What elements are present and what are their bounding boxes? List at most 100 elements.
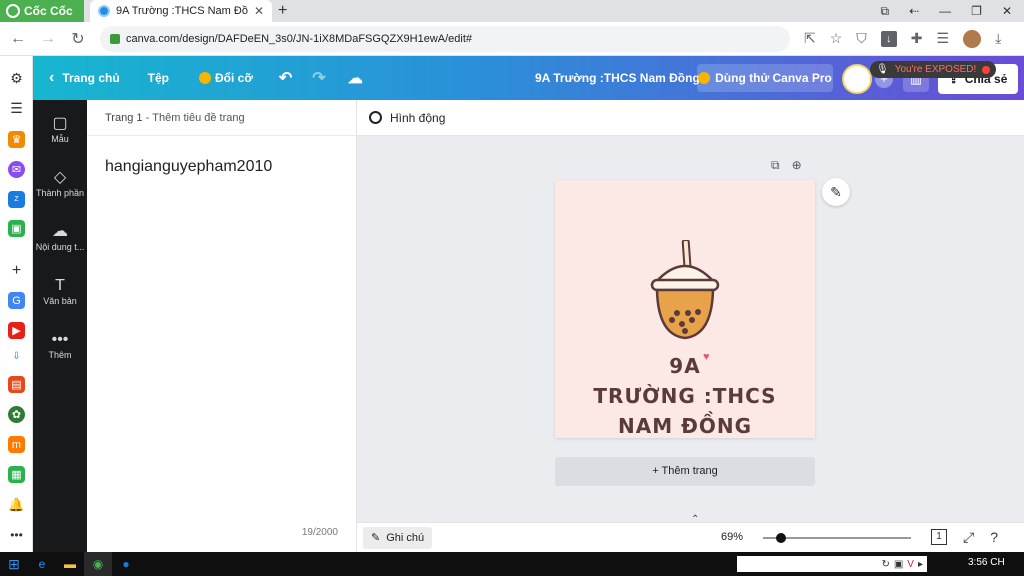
design-line-2: TRƯỜNG :THCS xyxy=(593,384,777,408)
design-page[interactable]: ♥ 9A TRƯỜNG :THCS NAM ĐỒNG xyxy=(555,180,815,438)
gamepad-icon[interactable]: ▣ xyxy=(8,220,25,237)
back-history-icon[interactable]: ⇠ xyxy=(909,4,919,19)
user-avatar[interactable] xyxy=(842,64,872,94)
rail-item-text[interactable]: T Văn bản xyxy=(33,276,87,306)
canva-favicon-icon xyxy=(98,5,110,17)
rail-item-more[interactable]: ••• Thêm xyxy=(33,330,87,360)
page-title-placeholder: Thêm tiêu đề trang xyxy=(152,111,245,124)
forward-arrow-icon[interactable]: → xyxy=(36,30,60,48)
system-tray: ↻ ▣ V ▸ xyxy=(737,556,927,572)
browser-brand[interactable]: Cốc Cốc xyxy=(0,0,84,22)
edge-icon[interactable]: e xyxy=(28,552,56,576)
close-window-icon[interactable]: ✕ xyxy=(1002,4,1012,19)
list-icon[interactable]: ☰ xyxy=(8,100,25,117)
exposed-label: You're EXPOSED! xyxy=(894,64,977,75)
tray-chevron-icon[interactable]: ▸ xyxy=(918,559,923,570)
home-button[interactable]: Trang chủ xyxy=(62,71,119,85)
upload-icon: ☁ xyxy=(52,223,68,240)
duplicate-page-icon[interactable]: ⧉ xyxy=(771,158,780,173)
youtube-icon[interactable]: ▶ xyxy=(8,322,25,339)
rail-item-uploads[interactable]: ☁ Nội dung t... xyxy=(33,222,87,252)
zalo-icon[interactable]: Z xyxy=(8,191,25,208)
undo-icon[interactable]: ↶ xyxy=(279,68,292,88)
reload-icon[interactable]: ↻ xyxy=(66,29,90,49)
settings-sliders-icon[interactable]: ☰ xyxy=(937,30,950,47)
new-tab-icon[interactable]: + xyxy=(278,2,287,20)
page-title-header[interactable]: Trang 1 - Thêm tiêu đề trang xyxy=(87,100,356,136)
profile-avatar-icon[interactable] xyxy=(963,29,982,48)
notification-bell-icon[interactable]: 🔔 xyxy=(8,496,25,513)
brand-label: Cốc Cốc xyxy=(24,4,73,18)
bookmark-star-icon[interactable]: ☆ xyxy=(830,30,843,47)
exposed-badge[interactable]: 🎙 You're EXPOSED! xyxy=(870,61,996,78)
design-text[interactable]: 9A TRƯỜNG :THCS NAM ĐỒNG xyxy=(555,351,815,441)
pro-label: Dùng thử Canva Pro xyxy=(715,71,832,85)
translate-icon[interactable]: G xyxy=(8,292,25,309)
rail-item-elements[interactable]: ◇ Thành phần xyxy=(33,168,87,198)
browser-sidebar: ⚙ ☰ ♛ ✉ Z ▣ + G ▶ ⇩ ▤ ✿ m ▦ 🔔 ••• xyxy=(0,56,33,552)
cast-icon[interactable]: ⧉ xyxy=(881,4,890,19)
coccoc-logo-icon xyxy=(6,4,20,18)
chat-taskbar-icon[interactable]: ● xyxy=(112,552,140,576)
animate-button[interactable]: Hình động xyxy=(390,111,445,125)
browser-tab[interactable]: 9A Trường :THCS Nam Đồng ✕ xyxy=(90,0,272,22)
redo-icon[interactable]: ↷ xyxy=(312,68,325,88)
close-tab-icon[interactable]: ✕ xyxy=(254,4,264,18)
cart-icon[interactable]: m xyxy=(8,436,25,453)
page-count[interactable]: 1 xyxy=(931,529,947,545)
editor-toolbar: Hình động xyxy=(357,100,1024,136)
document-title[interactable]: 9A Trường :THCS Nam Đồng xyxy=(535,71,700,85)
shield-icon[interactable]: ⛉ xyxy=(856,30,867,47)
back-chevron-icon[interactable]: ‹ xyxy=(49,69,54,87)
antivirus-icon[interactable]: V xyxy=(907,559,914,570)
zoom-slider[interactable] xyxy=(763,533,911,543)
share-page-icon[interactable]: ⇱ xyxy=(804,30,816,47)
notes-label: Ghi chú xyxy=(386,531,425,544)
shop-icon[interactable]: ▤ xyxy=(8,376,25,393)
messenger-icon[interactable]: ✉ xyxy=(8,161,25,178)
downloads-icon[interactable]: ⤓ xyxy=(995,30,1001,47)
sheet-icon[interactable]: ▦ xyxy=(8,466,25,483)
notes-text[interactable]: hangianguyepham2010 xyxy=(105,158,272,176)
download-mini-icon[interactable]: ⇩ xyxy=(8,348,25,365)
rail-label: Mẫu xyxy=(51,134,69,144)
url-bar[interactable]: canva.com/design/DAFDeEN_3s0/JN-1iX8MDaF… xyxy=(100,25,790,52)
file-menu-button[interactable]: Tệp xyxy=(148,71,169,85)
more-dots-icon[interactable]: ••• xyxy=(8,526,25,543)
rail-label: Nội dung t... xyxy=(35,242,85,252)
lock-tray-icon[interactable]: ▣ xyxy=(894,559,903,570)
coccoc-taskbar-icon[interactable]: ◉ xyxy=(84,552,112,576)
add-comment-icon[interactable]: ✎ xyxy=(822,178,850,206)
file-explorer-icon[interactable]: ▬ xyxy=(56,552,84,576)
leaf-icon[interactable]: ✿ xyxy=(8,406,25,423)
crown-icon[interactable]: ♛ xyxy=(8,131,25,148)
canva-tool-rail: ▢ Mẫu ◇ Thành phần ☁ Nội dung t... T Văn… xyxy=(33,100,87,552)
settings-gear-icon[interactable]: ⚙ xyxy=(8,70,25,87)
layout-icon: ▢ xyxy=(52,115,68,132)
back-arrow-icon[interactable]: ← xyxy=(6,30,30,48)
notes-button[interactable]: ✎ Ghi chú xyxy=(363,526,433,549)
try-pro-button[interactable]: Dùng thử Canva Pro xyxy=(697,64,833,92)
address-row: ← → ↻ canva.com/design/DAFDeEN_3s0/JN-1i… xyxy=(0,22,1024,56)
notes-icon: ✎ xyxy=(371,532,381,544)
add-page-icon[interactable]: ⊕ xyxy=(792,158,802,173)
refresh-icon[interactable]: ↻ xyxy=(881,559,889,570)
help-icon[interactable]: ? xyxy=(990,529,998,546)
fullscreen-icon[interactable]: ⤢ xyxy=(963,529,974,546)
windows-start-icon[interactable]: ⊞ xyxy=(0,552,28,576)
zoom-slider-knob[interactable] xyxy=(775,533,786,543)
notes-panel: Trang 1 - Thêm tiêu đề trang hangianguye… xyxy=(87,100,357,552)
animate-icon xyxy=(369,111,382,124)
rail-item-templates[interactable]: ▢ Mẫu xyxy=(33,114,87,144)
zoom-value[interactable]: 69% xyxy=(721,531,743,543)
windows-taskbar: ⊞ e ▬ ◉ ● ↻ ▣ V ▸ 3:56 CH xyxy=(0,552,1024,576)
resize-button[interactable]: Đổi cỡ xyxy=(199,71,253,85)
restore-icon[interactable]: ❐ xyxy=(971,4,982,19)
add-page-button[interactable]: + Thêm trang xyxy=(555,457,815,486)
download-arrow-icon[interactable]: ↓ xyxy=(880,30,897,47)
add-icon[interactable]: + xyxy=(8,262,25,279)
minimize-icon[interactable]: — xyxy=(939,4,951,19)
cloud-saved-icon: ☁ xyxy=(347,70,363,87)
pro-crown-icon xyxy=(698,72,711,84)
extensions-puzzle-icon[interactable]: ✚ xyxy=(911,30,923,47)
